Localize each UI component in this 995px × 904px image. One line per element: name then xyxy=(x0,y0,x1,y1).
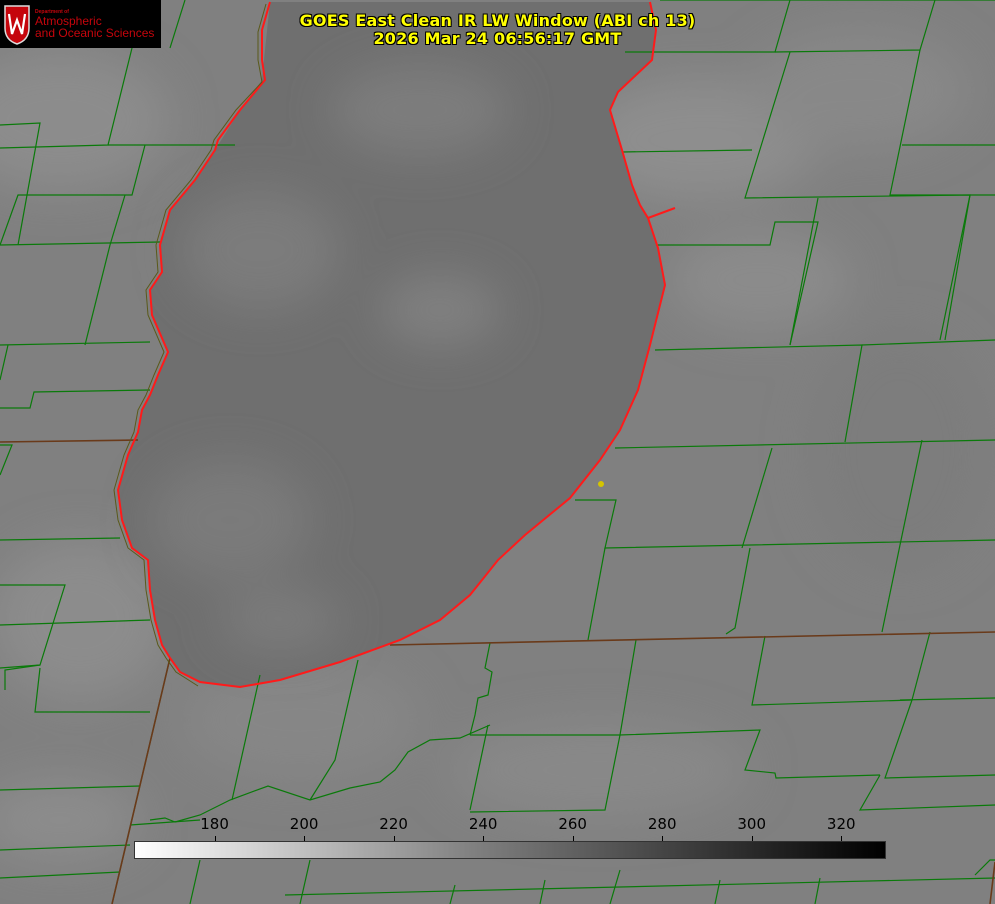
colorbar-tick-label: 260 xyxy=(558,815,587,833)
colorbar-tick-label: 320 xyxy=(826,815,856,833)
ir-satellite-map xyxy=(0,0,995,904)
colorbar-tick-label: 300 xyxy=(737,815,767,833)
satellite-image-viewer: Department of Atmospheric and Oceanic Sc… xyxy=(0,0,995,904)
colorbar-tick-label: 280 xyxy=(647,815,677,833)
colorbar-tick-label: 220 xyxy=(379,815,408,833)
colorbar-tick-label: 200 xyxy=(289,815,319,833)
temperature-colorbar xyxy=(134,841,886,859)
image-title: GOES East Clean IR LW Window (ABI ch 13) xyxy=(299,11,696,30)
image-timestamp: 2026 Mar 24 06:56:17 GMT xyxy=(373,29,622,48)
colorbar-tick-label: 240 xyxy=(468,815,498,833)
colorbar-tick-label: 180 xyxy=(200,815,229,833)
station-marker xyxy=(598,481,604,487)
